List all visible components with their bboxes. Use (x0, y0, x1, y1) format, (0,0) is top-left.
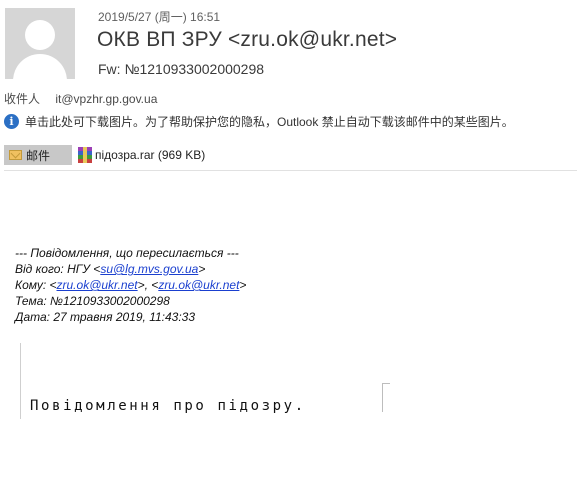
header-divider (4, 170, 577, 171)
quote-border (20, 343, 21, 419)
rar-archive-icon (78, 147, 92, 163)
recipient-address[interactable]: it@vpzhr.gp.gov.ua (55, 92, 157, 106)
recipients-label: 收件人 (4, 92, 41, 106)
forward-separator: --- Повідомлення, що пересилається --- (15, 246, 239, 260)
message-subject: Fw: №1210933002000298 (98, 61, 265, 77)
attachment-name[interactable]: підозра.rar (969 KB) (95, 148, 205, 162)
recipients-row: 收件人 it@vpzhr.gp.gov.ua (4, 90, 157, 107)
sender-name[interactable]: ОКВ ВП ЗРУ <zru.ok@ukr.net> (97, 28, 397, 52)
download-images-infobar[interactable]: i 单击此处可下载图片。为了帮助保护您的隐私，Outlook 禁止自动下载该邮件… (4, 112, 514, 130)
attachments-bar: 邮件 підозра.rar (969 KB) (4, 145, 205, 165)
suspicion-notice-text: Повідомлення про підозру. (30, 398, 306, 414)
forward-from: Від кого: НГУ <su@lg.mvs.gov.ua> (15, 262, 206, 276)
sender-avatar (5, 8, 75, 79)
to-email-link-2[interactable]: zru.ok@ukr.net (158, 278, 239, 292)
avatar-body-shape (13, 54, 67, 79)
to-email-link-1[interactable]: zru.ok@ukr.net (57, 278, 138, 292)
message-date: 2019/5/27 (周一) 16:51 (98, 10, 221, 24)
forward-subject: Тема: №1210933002000298 (15, 294, 170, 308)
from-email-link[interactable]: su@lg.mvs.gov.ua (100, 262, 198, 276)
text-cursor-frame (382, 383, 390, 412)
message-tab[interactable]: 邮件 (4, 145, 72, 165)
forwarded-header: --- Повідомлення, що пересилається --- В… (15, 245, 246, 325)
envelope-icon (9, 150, 22, 160)
forward-date: Дата: 27 травня 2019, 11:43:33 (15, 310, 196, 324)
info-icon: i (4, 113, 19, 129)
message-tab-label: 邮件 (26, 148, 51, 163)
forward-to: Кому: <zru.ok@ukr.net>, <zru.ok@ukr.net> (15, 278, 247, 292)
attachment-rar[interactable]: підозра.rar (969 KB) (78, 147, 205, 163)
infobar-text[interactable]: 单击此处可下载图片。为了帮助保护您的隐私，Outlook 禁止自动下载该邮件中的… (25, 113, 514, 130)
avatar-head-shape (25, 20, 55, 50)
